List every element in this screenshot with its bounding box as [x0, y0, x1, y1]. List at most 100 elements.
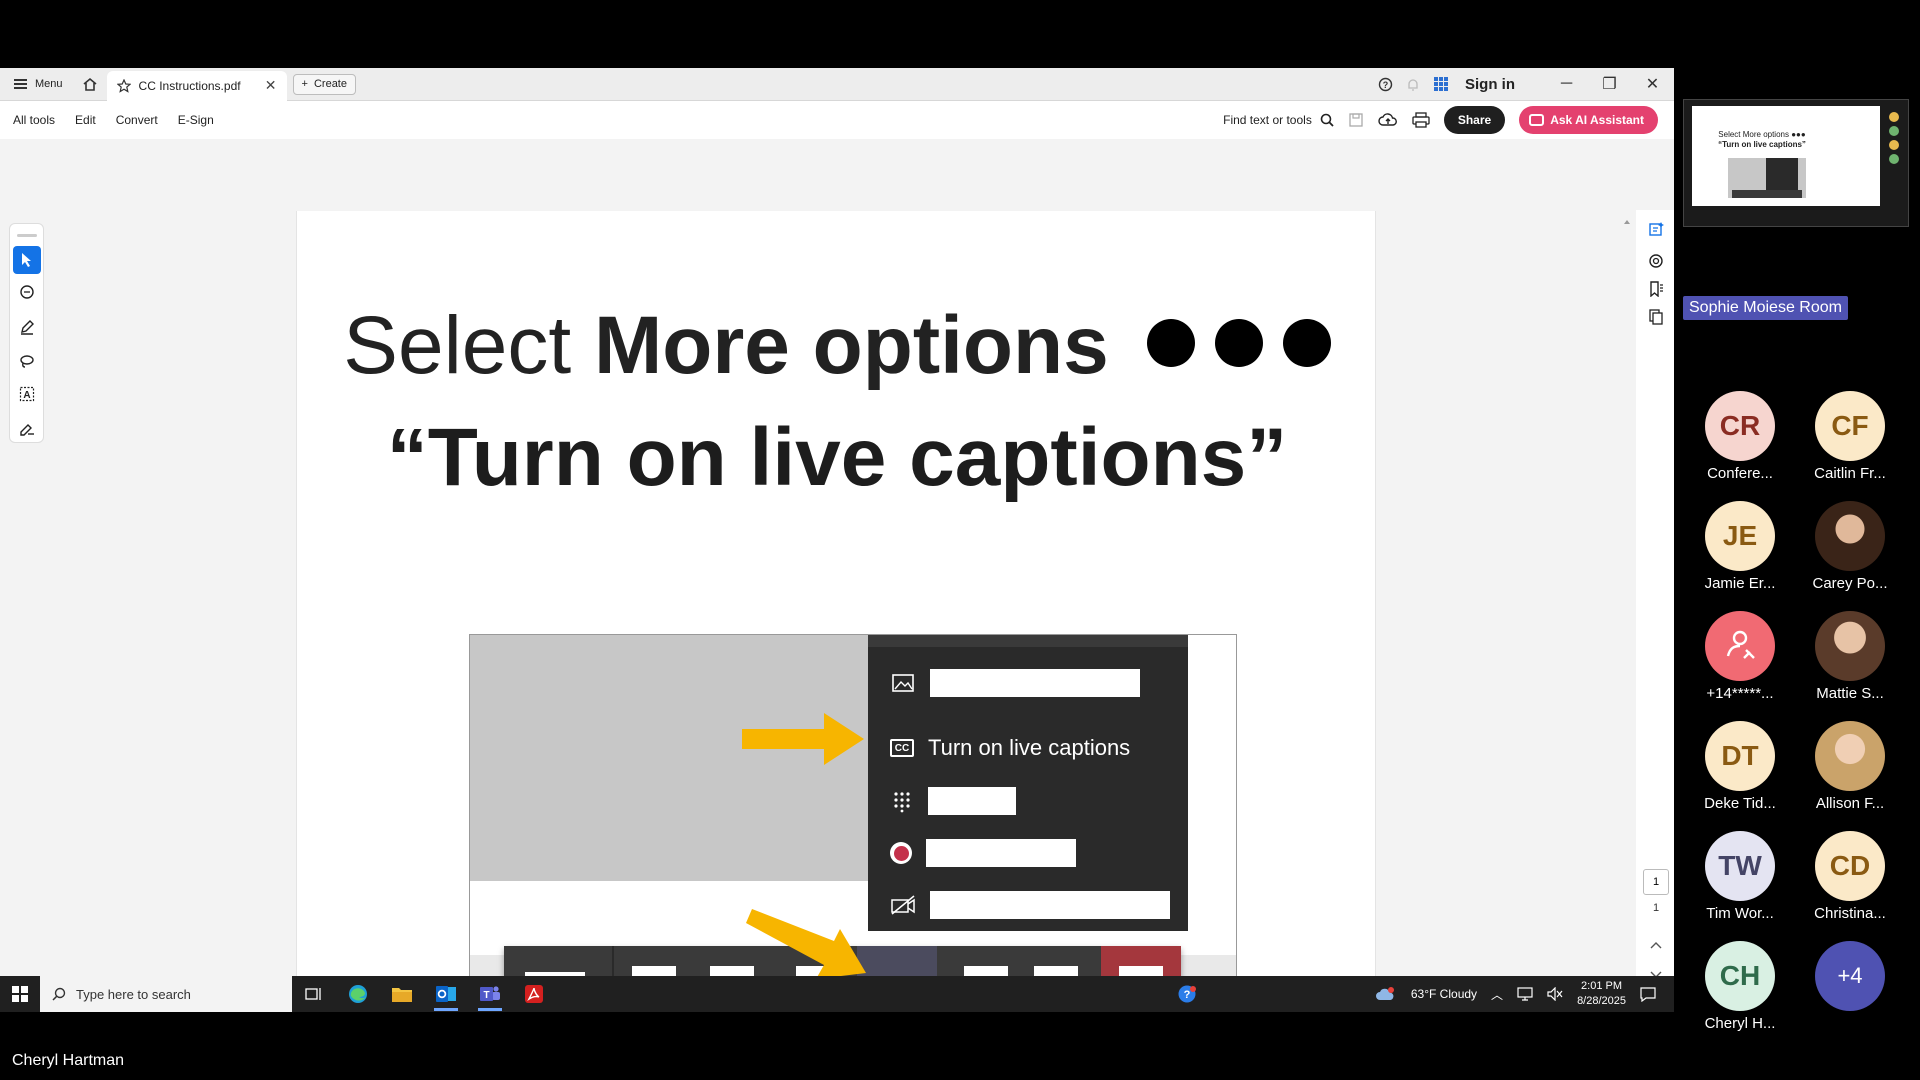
participant-tile[interactable]: CD Christina... — [1795, 831, 1905, 922]
teams-icon[interactable]: T — [468, 976, 512, 1012]
participant-tile[interactable]: Allison F... — [1795, 721, 1905, 812]
keypad-icon — [894, 792, 910, 813]
weather-cloud-icon — [1375, 987, 1394, 1000]
network-icon[interactable] — [1517, 987, 1533, 1001]
participant-tile[interactable]: Carey Po... — [1795, 501, 1905, 592]
highlight-tool[interactable] — [13, 313, 41, 341]
participant-name: Carey Po... — [1812, 575, 1888, 592]
shared-screen-thumbnail[interactable]: Select More options ●●● “Turn on live ca… — [1683, 99, 1909, 227]
chevron-up-icon[interactable]: ︿ — [1491, 986, 1503, 1003]
share-button[interactable]: Share — [1443, 106, 1506, 134]
file-explorer-icon[interactable] — [380, 976, 424, 1012]
menu-placeholder-bar — [930, 669, 1140, 697]
bell-icon[interactable] — [1399, 68, 1427, 101]
find-tools-search[interactable]: Find text or tools — [1223, 113, 1334, 127]
participant-tile[interactable]: +14*****... — [1685, 611, 1795, 702]
star-icon[interactable] — [116, 78, 131, 93]
participant-name: Allison F... — [1815, 795, 1885, 812]
taskbar-search[interactable]: Type here to search — [40, 976, 292, 1012]
right-tools-rail: 1 1 — [1636, 210, 1674, 1012]
thumbnail-line-1: Select More options ●●● — [1718, 130, 1806, 139]
background-effects-icon — [892, 674, 914, 692]
notifications-icon[interactable] — [1640, 986, 1656, 1002]
comment-tool[interactable] — [13, 280, 41, 308]
cloud-upload-icon[interactable] — [1378, 112, 1398, 128]
taskbar-clock[interactable]: 2:01 PM 8/28/2025 — [1577, 979, 1626, 1009]
comment-icon — [19, 285, 34, 300]
avatar: CF — [1815, 391, 1885, 461]
thumbnail-sidebar — [1884, 108, 1904, 218]
print-icon[interactable] — [1412, 112, 1430, 128]
text-tool[interactable]: A — [13, 381, 41, 409]
save-icon[interactable] — [1348, 112, 1364, 128]
avatar: DT — [1705, 721, 1775, 791]
menu-placeholder-bar — [926, 839, 1076, 867]
outlook-icon[interactable] — [424, 976, 468, 1012]
chevron-up-icon[interactable] — [1647, 936, 1665, 954]
participant-tile[interactable]: CR Confere... — [1685, 391, 1795, 482]
participant-tile[interactable]: CF Caitlin Fr... — [1795, 391, 1905, 482]
edit-menu[interactable]: Edit — [75, 113, 96, 127]
participant-name: Cheryl H... — [1704, 1015, 1776, 1032]
participant-name: Jamie Er... — [1704, 575, 1776, 592]
close-tab-icon[interactable]: ✕ — [265, 77, 277, 94]
create-button[interactable]: + Create — [292, 73, 356, 95]
pages-panel-icon[interactable] — [1647, 308, 1665, 326]
select-tool[interactable] — [12, 245, 41, 274]
volume-muted-icon[interactable] — [1547, 987, 1563, 1001]
menu-row-keypad — [890, 787, 1016, 815]
ai-assistant-label: Ask AI Assistant — [1550, 113, 1644, 127]
restore-button[interactable]: ❐ — [1588, 68, 1631, 101]
quick-tools-rail: A — [9, 223, 44, 443]
all-tools-menu[interactable]: All tools — [13, 113, 55, 127]
edge-browser-icon[interactable] — [336, 976, 380, 1012]
close-window-button[interactable]: ✕ — [1631, 68, 1674, 101]
weather-text[interactable]: 63°F Cloudy — [1411, 987, 1477, 1001]
menu-row-captions: CC Turn on live captions — [890, 735, 1130, 761]
document-tab[interactable]: CC Instructions.pdf ✕ — [106, 70, 287, 101]
document-area: A Select More options “Turn on live capt… — [0, 139, 1674, 1012]
task-view-icon[interactable] — [292, 976, 336, 1012]
avatar: CR — [1705, 391, 1775, 461]
minimize-button[interactable]: ─ — [1545, 68, 1588, 101]
thumbnail-menu — [1766, 158, 1798, 190]
meeting-stage: Menu CC Instructions.pdf ✕ + Create ? Si… — [0, 0, 1920, 1080]
apps-grid-icon[interactable] — [1427, 68, 1455, 101]
help-icon[interactable]: ? — [1371, 68, 1399, 101]
sign-in-link[interactable]: Sign in — [1465, 76, 1515, 93]
avatar-photo — [1815, 611, 1885, 681]
draw-tool[interactable] — [13, 347, 41, 375]
acrobat-toolbar: All tools Edit Convert E-Sign Find text … — [0, 101, 1674, 139]
rail-grip[interactable] — [16, 234, 37, 237]
participant-tile[interactable]: TW Tim Wor... — [1685, 831, 1795, 922]
participant-tile[interactable]: DT Deke Tid... — [1685, 721, 1795, 812]
participant-name: Caitlin Fr... — [1814, 465, 1886, 482]
teams-menu-illustration: CC Turn on live captions — [469, 634, 1237, 1012]
esign-menu[interactable]: E-Sign — [178, 113, 214, 127]
current-page-input[interactable]: 1 — [1643, 869, 1669, 895]
participant-tile[interactable]: CH Cheryl H... — [1685, 941, 1795, 1032]
start-button[interactable] — [0, 976, 40, 1012]
plus-icon: + — [301, 78, 308, 90]
participant-tile[interactable]: Mattie S... — [1795, 611, 1905, 702]
ai-assistant-button[interactable]: Ask AI Assistant — [1519, 106, 1658, 134]
more-participants-button[interactable]: +4 — [1795, 941, 1905, 1011]
avatar: +4 — [1815, 941, 1885, 1011]
thumbnail-line-2: “Turn on live captions” — [1718, 140, 1806, 149]
participant-tile[interactable]: JE Jamie Er... — [1685, 501, 1795, 592]
closed-captions-icon: CC — [890, 739, 914, 757]
bookmarks-icon[interactable] — [1647, 280, 1665, 298]
menu-button[interactable]: Menu — [0, 68, 73, 101]
comments-panel-icon[interactable] — [1647, 252, 1665, 270]
thumbnail-controls — [1732, 190, 1802, 198]
convert-menu[interactable]: Convert — [116, 113, 158, 127]
help-assistant-icon[interactable]: ? — [1177, 984, 1197, 1004]
hamburger-icon — [14, 79, 27, 89]
ai-summary-icon[interactable] — [1647, 220, 1665, 238]
svg-text:A: A — [23, 390, 30, 401]
sign-tool[interactable] — [13, 414, 41, 442]
home-icon[interactable] — [73, 68, 107, 101]
cursor-icon — [21, 252, 31, 267]
acrobat-icon[interactable] — [512, 976, 556, 1012]
page-scrollbar[interactable] — [1622, 214, 1632, 1012]
